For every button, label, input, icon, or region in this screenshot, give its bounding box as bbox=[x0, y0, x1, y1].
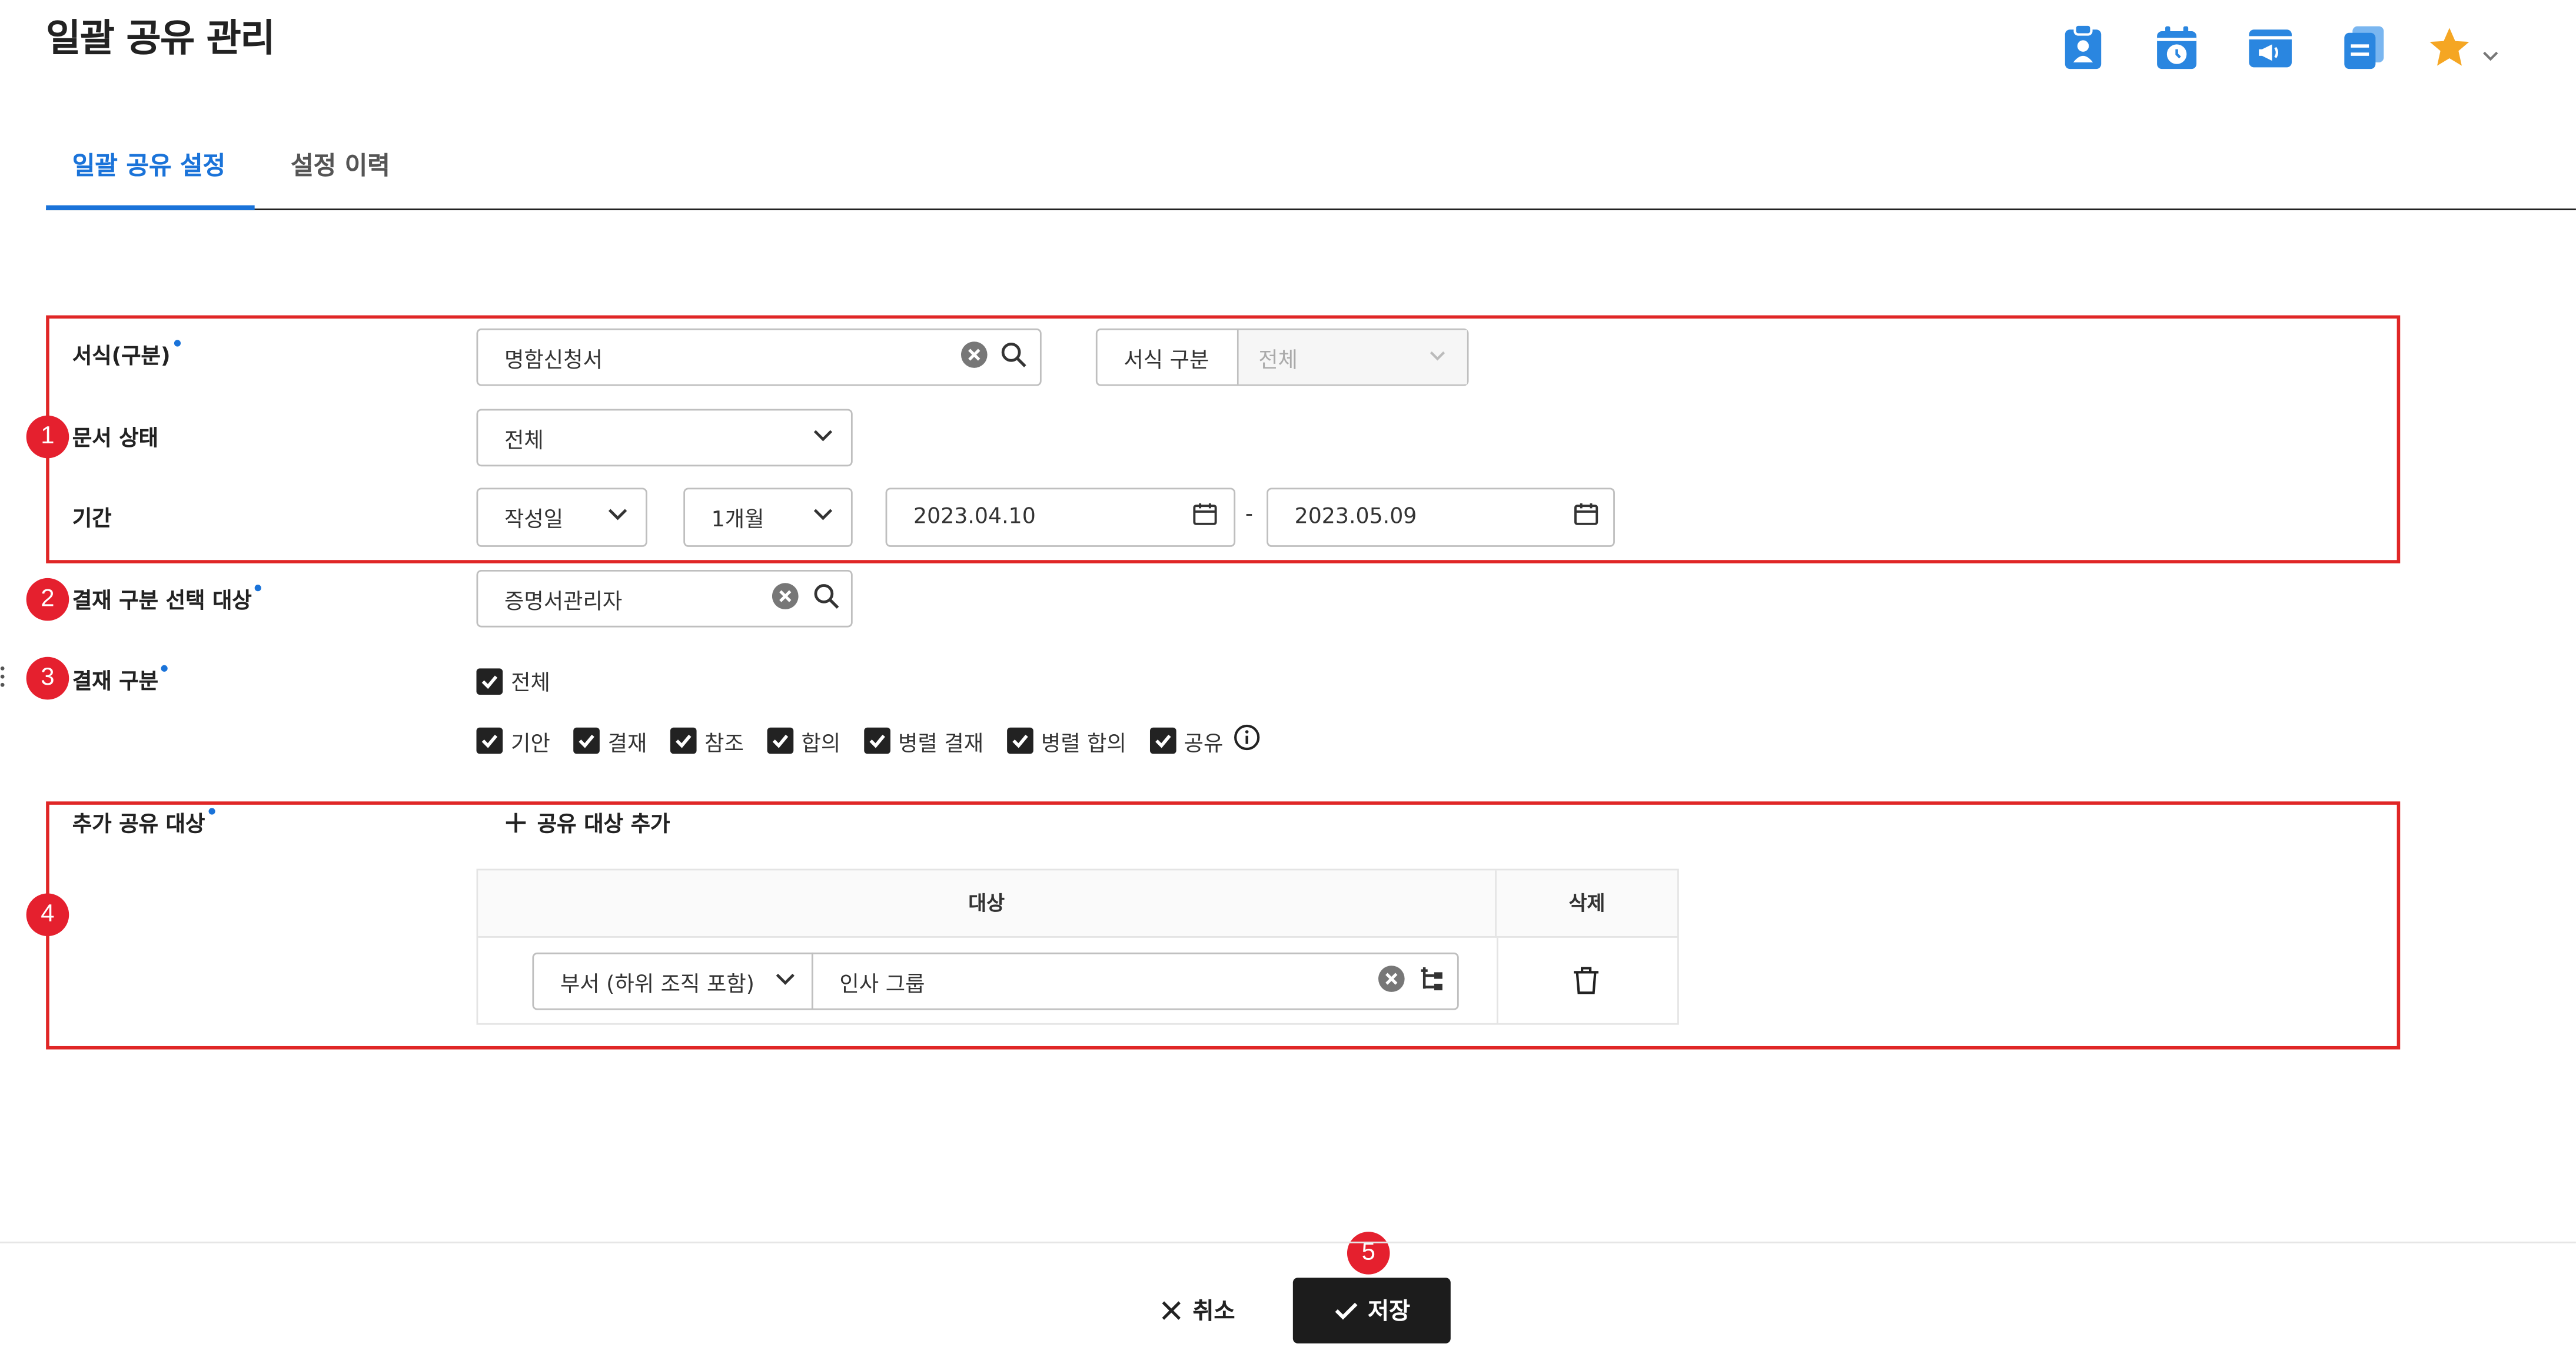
clear-icon[interactable] bbox=[959, 339, 989, 375]
close-icon bbox=[1160, 1299, 1183, 1322]
annotation-badge-5: 5 bbox=[1347, 1232, 1390, 1275]
checkbox-checked-icon bbox=[766, 727, 793, 754]
table-column-divider bbox=[1496, 937, 1498, 1023]
chevron-down-icon bbox=[774, 969, 797, 994]
checkbox-parallel-agreement[interactable]: 병렬 합의 bbox=[1006, 725, 1126, 757]
checkbox-checked-icon bbox=[863, 727, 890, 754]
approval-target-label: 결재 구분 선택 대상 bbox=[72, 583, 262, 614]
annotation-badge-4: 4 bbox=[26, 893, 69, 937]
clear-icon[interactable] bbox=[770, 581, 800, 616]
info-icon[interactable] bbox=[1233, 724, 1259, 757]
chevron-down-icon bbox=[812, 505, 835, 530]
period-basis-select[interactable]: 작성일 bbox=[476, 487, 647, 547]
period-range-select[interactable]: 1개월 bbox=[683, 487, 853, 547]
required-dot bbox=[161, 665, 168, 672]
checkbox-all[interactable]: 전체 bbox=[476, 665, 550, 696]
org-tree-icon[interactable] bbox=[1420, 965, 1446, 998]
calendar-icon[interactable] bbox=[1574, 502, 1598, 533]
checkbox-approval[interactable]: 결재 bbox=[573, 725, 647, 757]
search-icon[interactable] bbox=[1001, 341, 1027, 374]
chevron-down-icon bbox=[1428, 345, 1447, 370]
checkbox-checked-icon bbox=[1006, 727, 1033, 754]
profile-clipboard-icon[interactable] bbox=[2060, 23, 2106, 72]
tabs-divider bbox=[46, 208, 2576, 211]
required-dot bbox=[174, 340, 181, 347]
doc-status-select[interactable]: 전체 bbox=[476, 409, 853, 467]
add-share-target-button[interactable]: 공유 대상 추가 bbox=[504, 807, 670, 838]
cancel-button[interactable]: 취소 bbox=[1160, 1288, 1235, 1334]
approval-type-options-row: 기안 결재 참조 합의 병렬 결재 병렬 합의 공유 bbox=[476, 724, 1259, 757]
megaphone-window-icon[interactable] bbox=[2248, 23, 2294, 72]
checkbox-checked-icon bbox=[670, 727, 697, 754]
approval-type-all-row: 전체 bbox=[476, 665, 573, 701]
bulk-share-page: 일괄 공유 관리 일괄 공유 설정 설정 이력 1 2 3 4 5 서식(구분)… bbox=[0, 0, 2576, 1350]
clear-icon[interactable] bbox=[1377, 963, 1406, 999]
annotation-badge-3: 3 bbox=[26, 656, 69, 700]
scope-select[interactable]: 부서 (하위 조직 포함) bbox=[532, 952, 813, 1010]
checkbox-checked-icon bbox=[476, 667, 503, 694]
approval-type-label: 결재 구분 bbox=[72, 664, 168, 695]
tab-bulk-share-settings[interactable]: 일괄 공유 설정 bbox=[72, 148, 225, 183]
checkbox-draft[interactable]: 기안 bbox=[476, 725, 550, 757]
document-stack-icon[interactable] bbox=[2341, 23, 2387, 72]
checkbox-parallel-approval[interactable]: 병렬 결재 bbox=[863, 725, 983, 757]
checkbox-checked-icon bbox=[476, 727, 503, 754]
table-header-delete: 삭제 bbox=[1496, 870, 1678, 938]
doc-status-label: 문서 상태 bbox=[72, 427, 159, 452]
date-range-separator: - bbox=[1245, 502, 1254, 528]
required-dot bbox=[208, 808, 215, 815]
share-target-table: 대상 삭제 부서 (하위 조직 포함) 인사 그룹 bbox=[476, 868, 1679, 1025]
footer-divider bbox=[0, 1241, 2576, 1243]
resize-handle-icon[interactable] bbox=[0, 664, 5, 687]
checkbox-agreement[interactable]: 합의 bbox=[766, 725, 840, 757]
format-label: 서식(구분) bbox=[72, 339, 181, 370]
start-date-input[interactable]: 2023.04.10 bbox=[885, 487, 1236, 547]
end-date-input[interactable]: 2023.05.09 bbox=[1267, 487, 1615, 547]
table-header-target: 대상 bbox=[478, 870, 1497, 938]
checkbox-checked-icon bbox=[1149, 727, 1176, 754]
calendar-clock-icon[interactable] bbox=[2154, 23, 2200, 72]
period-label: 기간 bbox=[72, 507, 112, 532]
format-search-input[interactable]: 명함신청서 bbox=[476, 328, 1042, 386]
extra-share-label: 추가 공유 대상 bbox=[72, 807, 215, 838]
page-title: 일괄 공유 관리 bbox=[46, 18, 275, 61]
chevron-down-icon[interactable] bbox=[2481, 39, 2500, 61]
target-org-input[interactable]: 인사 그룹 bbox=[811, 952, 1459, 1010]
star-icon[interactable] bbox=[2428, 26, 2471, 69]
plus-icon bbox=[504, 811, 527, 834]
checkbox-share[interactable]: 공유 bbox=[1149, 725, 1223, 757]
format-type-select[interactable]: 전체 bbox=[1238, 330, 1467, 384]
chevron-down-icon bbox=[606, 505, 629, 530]
annotation-badge-2: 2 bbox=[26, 578, 69, 621]
check-icon bbox=[1334, 1301, 1358, 1320]
required-dot bbox=[255, 585, 262, 592]
format-type-label: 서식 구분 bbox=[1124, 348, 1209, 373]
active-tab-indicator bbox=[46, 205, 255, 211]
calendar-icon[interactable] bbox=[1193, 502, 1218, 533]
format-type-group: 서식 구분 전체 bbox=[1095, 328, 1469, 386]
save-button[interactable]: 저장 bbox=[1292, 1278, 1451, 1344]
format-type-label-box: 서식 구분 bbox=[1098, 330, 1239, 384]
chevron-down-icon bbox=[812, 425, 835, 450]
trash-icon[interactable] bbox=[1572, 966, 1600, 1001]
tab-settings-history[interactable]: 설정 이력 bbox=[291, 148, 390, 183]
checkbox-checked-icon bbox=[573, 727, 600, 754]
search-icon[interactable] bbox=[813, 582, 840, 615]
approval-target-input[interactable]: 증명서관리자 bbox=[476, 569, 853, 628]
checkbox-reference[interactable]: 참조 bbox=[670, 725, 744, 757]
annotation-badge-1: 1 bbox=[26, 415, 69, 459]
